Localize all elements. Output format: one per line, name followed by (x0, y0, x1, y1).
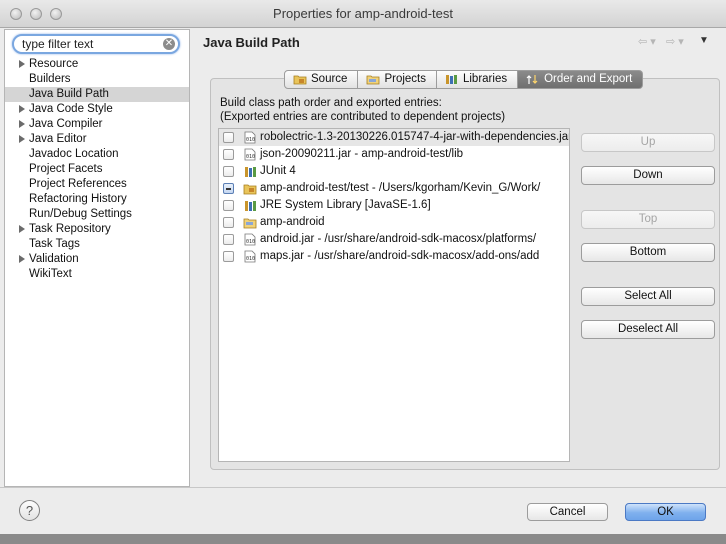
expand-arrow-icon[interactable] (19, 135, 25, 143)
svg-text:010: 010 (246, 239, 255, 245)
deselect-all-button[interactable]: Deselect All (581, 320, 715, 339)
bottom-button[interactable]: Bottom (581, 243, 715, 262)
tab-libraries[interactable]: Libraries (436, 70, 519, 89)
page-header: Java Build Path ⇦ ▾ ⇨ ▾ ▼ (191, 29, 726, 57)
background-window-strip (0, 534, 726, 544)
list-item[interactable]: 010 maps.jar - /usr/share/android-sdk-ma… (219, 248, 569, 265)
tree-item-java-editor[interactable]: Java Editor (5, 132, 189, 147)
order-export-icon (526, 75, 538, 84)
source-folder-icon (243, 184, 257, 195)
export-checkbox[interactable] (223, 200, 234, 211)
jar-icon: 010 (244, 131, 256, 144)
tree-item-validation[interactable]: Validation (5, 252, 189, 267)
expand-arrow-icon[interactable] (19, 225, 25, 233)
page-title: Java Build Path (203, 35, 300, 50)
tree-item-project-references[interactable]: Project References (5, 177, 189, 192)
tab-bar: Source Projects Libraries Order and Expo… (284, 70, 644, 89)
export-checkbox[interactable] (223, 166, 234, 177)
title-bar: Properties for amp-android-test (0, 0, 726, 28)
expand-arrow-icon[interactable] (19, 255, 25, 263)
export-checkbox[interactable] (223, 251, 234, 262)
property-pages-pane: ✕ Resource Builders Java Build Path Java… (4, 29, 190, 487)
library-icon (245, 201, 256, 211)
tree-item-task-tags[interactable]: Task Tags (5, 237, 189, 252)
tree-item-wikitext[interactable]: WikiText (5, 267, 189, 282)
list-item[interactable]: 010 json-20090211.jar - amp-android-test… (219, 146, 569, 163)
list-item[interactable]: JUnit 4 (219, 163, 569, 180)
select-all-button[interactable]: Select All (581, 287, 715, 306)
library-icon (245, 167, 256, 177)
property-tree: Resource Builders Java Build Path Java C… (5, 57, 189, 282)
forward-arrow-icon[interactable]: ⇨ ▾ (666, 35, 684, 48)
tab-source[interactable]: Source (284, 70, 359, 89)
expand-arrow-icon[interactable] (19, 105, 25, 113)
help-icon[interactable]: ? (19, 500, 40, 521)
tree-item-java-build-path[interactable]: Java Build Path (5, 87, 189, 102)
list-item[interactable]: JRE System Library [JavaSE-1.6] (219, 197, 569, 214)
window-title: Properties for amp-android-test (273, 6, 453, 21)
source-folder-icon (293, 75, 307, 85)
project-icon (243, 218, 257, 229)
order-description: Build class path order and exported entr… (220, 97, 506, 123)
svg-text:010: 010 (246, 137, 255, 143)
clear-filter-icon[interactable]: ✕ (163, 38, 175, 50)
export-checkbox[interactable] (223, 132, 234, 143)
up-button[interactable]: Up (581, 133, 715, 152)
tree-item-refactoring-history[interactable]: Refactoring History (5, 192, 189, 207)
svg-text:010: 010 (246, 256, 255, 262)
ok-button[interactable]: OK (625, 503, 706, 521)
svg-text:010: 010 (246, 154, 255, 160)
cancel-button[interactable]: Cancel (527, 503, 608, 521)
tree-item-task-repository[interactable]: Task Repository (5, 222, 189, 237)
build-path-entries-list[interactable]: 010 robolectric-1.3-20130226.015747-4-ja… (218, 128, 570, 462)
list-item[interactable]: 010 android.jar - /usr/share/android-sdk… (219, 231, 569, 248)
tree-item-builders[interactable]: Builders (5, 72, 189, 87)
tree-item-java-code-style[interactable]: Java Code Style (5, 102, 189, 117)
divider (0, 487, 726, 488)
tab-projects[interactable]: Projects (358, 70, 437, 89)
tree-item-resource[interactable]: Resource (5, 57, 189, 72)
list-item[interactable]: amp-android (219, 214, 569, 231)
filter-field[interactable]: ✕ (12, 34, 180, 54)
jar-icon: 010 (244, 148, 256, 161)
expand-arrow-icon[interactable] (19, 120, 25, 128)
tab-order-and-export[interactable]: Order and Export (518, 70, 644, 89)
expand-arrow-icon[interactable] (19, 60, 25, 68)
tree-item-javadoc-location[interactable]: Javadoc Location (5, 147, 189, 162)
export-checkbox[interactable] (223, 183, 234, 194)
export-checkbox[interactable] (223, 149, 234, 160)
tree-item-run-debug-settings[interactable]: Run/Debug Settings (5, 207, 189, 222)
list-item[interactable]: 010 robolectric-1.3-20130226.015747-4-ja… (219, 129, 569, 146)
export-checkbox[interactable] (223, 217, 234, 228)
tree-item-project-facets[interactable]: Project Facets (5, 162, 189, 177)
view-menu-icon[interactable]: ▼ (699, 35, 709, 46)
jar-icon: 010 (244, 233, 256, 246)
back-arrow-icon[interactable]: ⇦ ▾ (638, 35, 656, 48)
top-button[interactable]: Top (581, 210, 715, 229)
export-checkbox[interactable] (223, 234, 234, 245)
down-button[interactable]: Down (581, 166, 715, 185)
jar-icon: 010 (244, 250, 256, 263)
filter-input[interactable] (14, 36, 162, 52)
projects-icon (367, 75, 380, 85)
tree-item-java-compiler[interactable]: Java Compiler (5, 117, 189, 132)
list-item[interactable]: amp-android-test/test - /Users/kgorham/K… (219, 180, 569, 197)
libraries-icon (445, 75, 457, 84)
